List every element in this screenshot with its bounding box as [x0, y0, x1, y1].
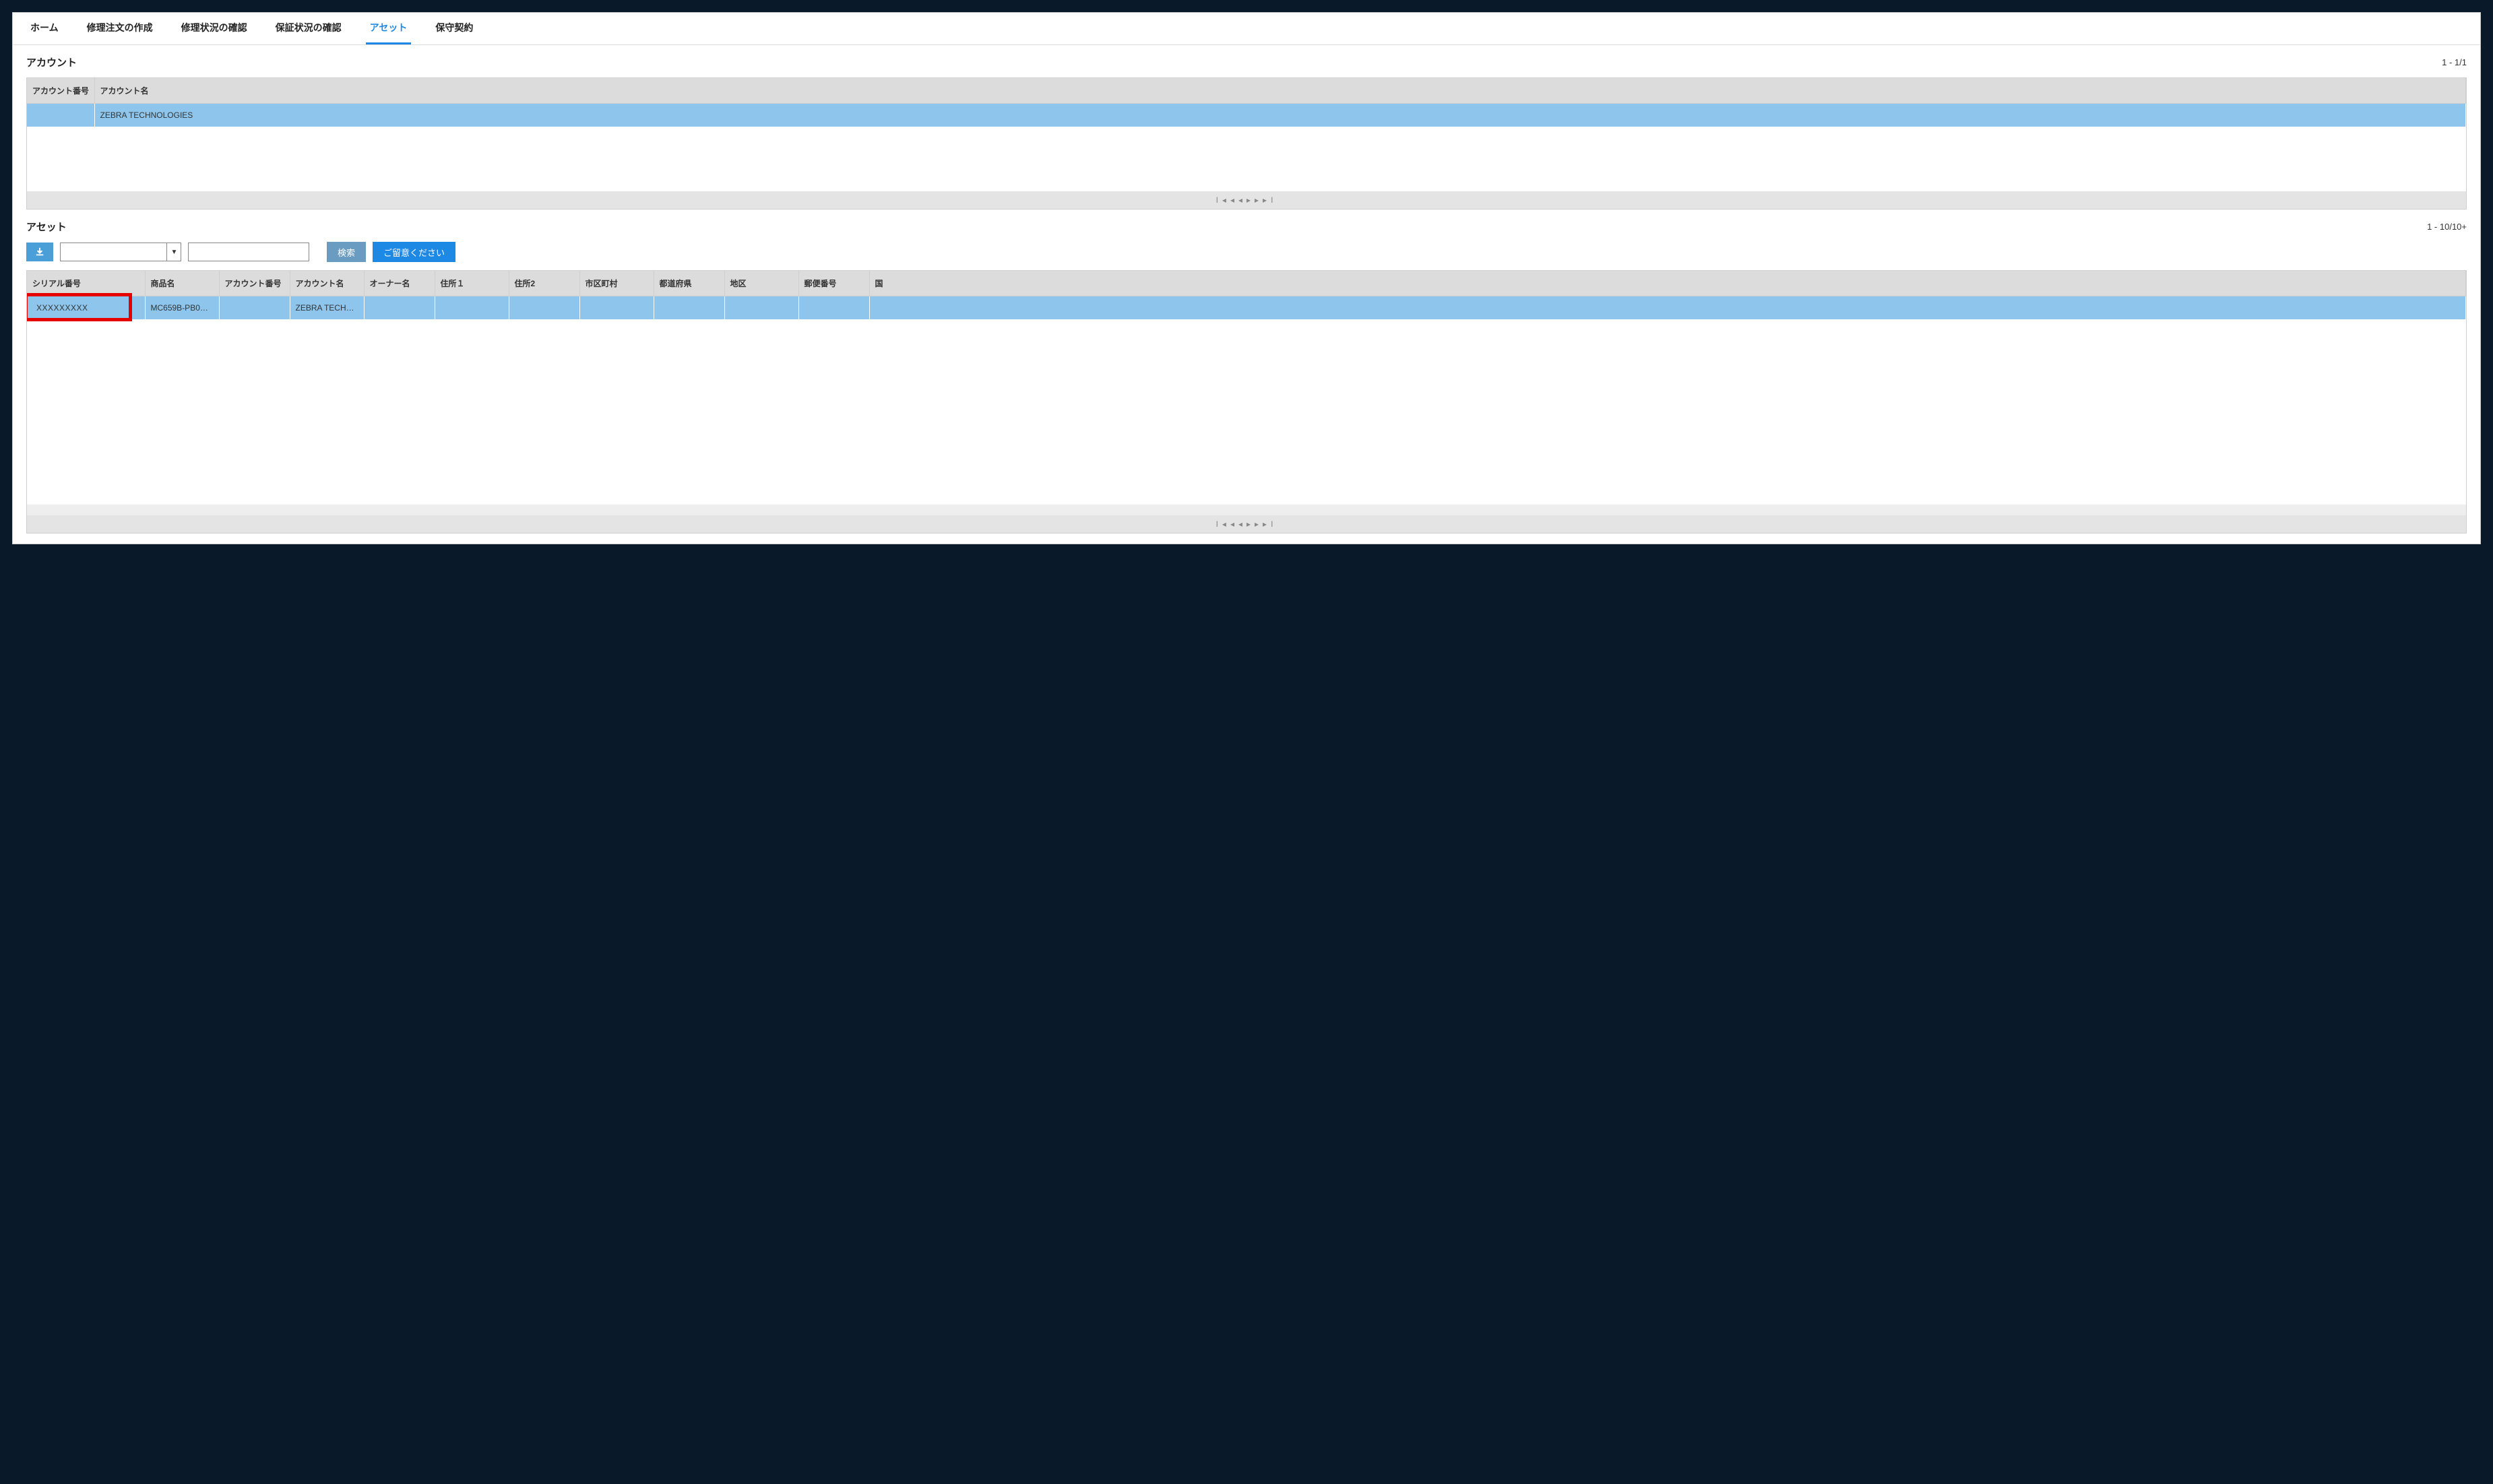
app-frame: ホーム 修理注文の作成 修理状況の確認 保証状況の確認 アセット 保守契約 アカ…: [12, 12, 2481, 544]
account-pager: I◂◂◂▸▸▸I: [27, 191, 2466, 209]
asset-section: アセット 1 - 10/10+ ▼ 検索 ご留意ください: [13, 209, 2480, 544]
search-button[interactable]: 検索: [327, 242, 366, 262]
pager-last-icon[interactable]: ▸I: [1263, 519, 1277, 529]
asset-cell-district: [724, 296, 798, 320]
asset-col-product[interactable]: 商品名: [145, 271, 219, 296]
account-col-name[interactable]: アカウント名: [94, 78, 2466, 104]
asset-cell-owner: [364, 296, 435, 320]
asset-col-pref[interactable]: 都道府県: [654, 271, 724, 296]
tab-create-order[interactable]: 修理注文の作成: [83, 13, 157, 44]
asset-col-serial[interactable]: シリアル番号: [27, 271, 145, 296]
download-button[interactable]: [26, 243, 53, 261]
asset-cell-city: [579, 296, 654, 320]
tab-warranty-status[interactable]: 保証状況の確認: [272, 13, 346, 44]
account-table: アカウント番号 アカウント名: [27, 78, 2466, 104]
asset-table: シリアル番号 商品名 アカウント番号 アカウント名 オーナー名 住所１ 住所2 …: [27, 271, 2466, 319]
asset-cell-acct-num: [219, 296, 290, 320]
asset-col-owner[interactable]: オーナー名: [364, 271, 435, 296]
account-section: アカウント 1 - 1/1 アカウント番号 アカウント名 ZEBRA TECHN…: [13, 45, 2480, 209]
account-title: アカウント: [26, 55, 77, 69]
pager-next-icon[interactable]: ▸▸: [1246, 519, 1263, 529]
pager-next-icon[interactable]: ▸▸: [1246, 195, 1263, 205]
pager-first-icon[interactable]: I◂: [1216, 519, 1230, 529]
asset-header: アセット 1 - 10/10+: [26, 220, 2467, 234]
asset-horizontal-scrollbar[interactable]: [27, 505, 2466, 515]
account-cell-name: ZEBRA TECHNOLOGIES: [94, 104, 2466, 127]
asset-title: アセット: [26, 220, 67, 234]
asset-toolbar: ▼ 検索 ご留意ください: [26, 242, 2467, 262]
pager-prev-icon[interactable]: ◂◂: [1230, 195, 1246, 205]
filter-select-wrap: ▼: [60, 243, 181, 261]
asset-col-addr1[interactable]: 住所１: [435, 271, 509, 296]
asset-table-wrapper: シリアル番号 商品名 アカウント番号 アカウント名 オーナー名 住所１ 住所2 …: [26, 270, 2467, 534]
asset-col-country[interactable]: 国: [869, 271, 2466, 296]
account-col-number[interactable]: アカウント番号: [27, 78, 94, 104]
asset-pager: I◂◂◂▸▸▸I: [27, 515, 2466, 533]
note-button[interactable]: ご留意ください: [373, 242, 455, 262]
account-table-wrapper: アカウント番号 アカウント名 ZEBRA TECHNOLOGIES I◂◂◂▸▸…: [26, 77, 2467, 209]
filter-text-input[interactable]: [188, 243, 309, 261]
asset-cell-pref: [654, 296, 724, 320]
account-count: 1 - 1/1: [2442, 57, 2467, 67]
asset-col-postal[interactable]: 郵便番号: [798, 271, 869, 296]
asset-cell-acct-name: ZEBRA TECHNO...: [290, 296, 364, 320]
asset-cell-addr1: [435, 296, 509, 320]
asset-cell-country: [869, 296, 2466, 320]
account-row[interactable]: ZEBRA TECHNOLOGIES: [27, 104, 2466, 127]
asset-col-addr2[interactable]: 住所2: [509, 271, 579, 296]
tab-home[interactable]: ホーム: [26, 13, 63, 44]
pager-last-icon[interactable]: ▸I: [1263, 195, 1277, 205]
asset-col-acct-num[interactable]: アカウント番号: [219, 271, 290, 296]
account-table-body: ZEBRA TECHNOLOGIES: [27, 104, 2466, 191]
account-cell-number: [27, 104, 94, 127]
asset-cell-addr2: [509, 296, 579, 320]
tab-contract[interactable]: 保守契約: [431, 13, 477, 44]
pager-first-icon[interactable]: I◂: [1216, 195, 1230, 205]
asset-count: 1 - 10/10+: [2427, 222, 2467, 232]
asset-cell-product: MC659B-PB0BA...: [145, 296, 219, 320]
asset-col-district[interactable]: 地区: [724, 271, 798, 296]
asset-col-city[interactable]: 市区町村: [579, 271, 654, 296]
asset-cell-postal: [798, 296, 869, 320]
pager-prev-icon[interactable]: ◂◂: [1230, 519, 1246, 529]
account-header: アカウント 1 - 1/1: [26, 55, 2467, 69]
download-icon: [35, 247, 44, 257]
tab-asset[interactable]: アセット: [366, 13, 412, 44]
tab-repair-status[interactable]: 修理状況の確認: [177, 13, 251, 44]
tab-nav: ホーム 修理注文の作成 修理状況の確認 保証状況の確認 アセット 保守契約: [13, 13, 2480, 45]
asset-col-acct-name[interactable]: アカウント名: [290, 271, 364, 296]
asset-row[interactable]: XXXXXXXXX MC659B-PB0BA... ZEBRA TECHNO..…: [27, 296, 2466, 320]
filter-select[interactable]: [60, 243, 181, 261]
asset-cell-serial[interactable]: XXXXXXXXX: [27, 296, 145, 320]
